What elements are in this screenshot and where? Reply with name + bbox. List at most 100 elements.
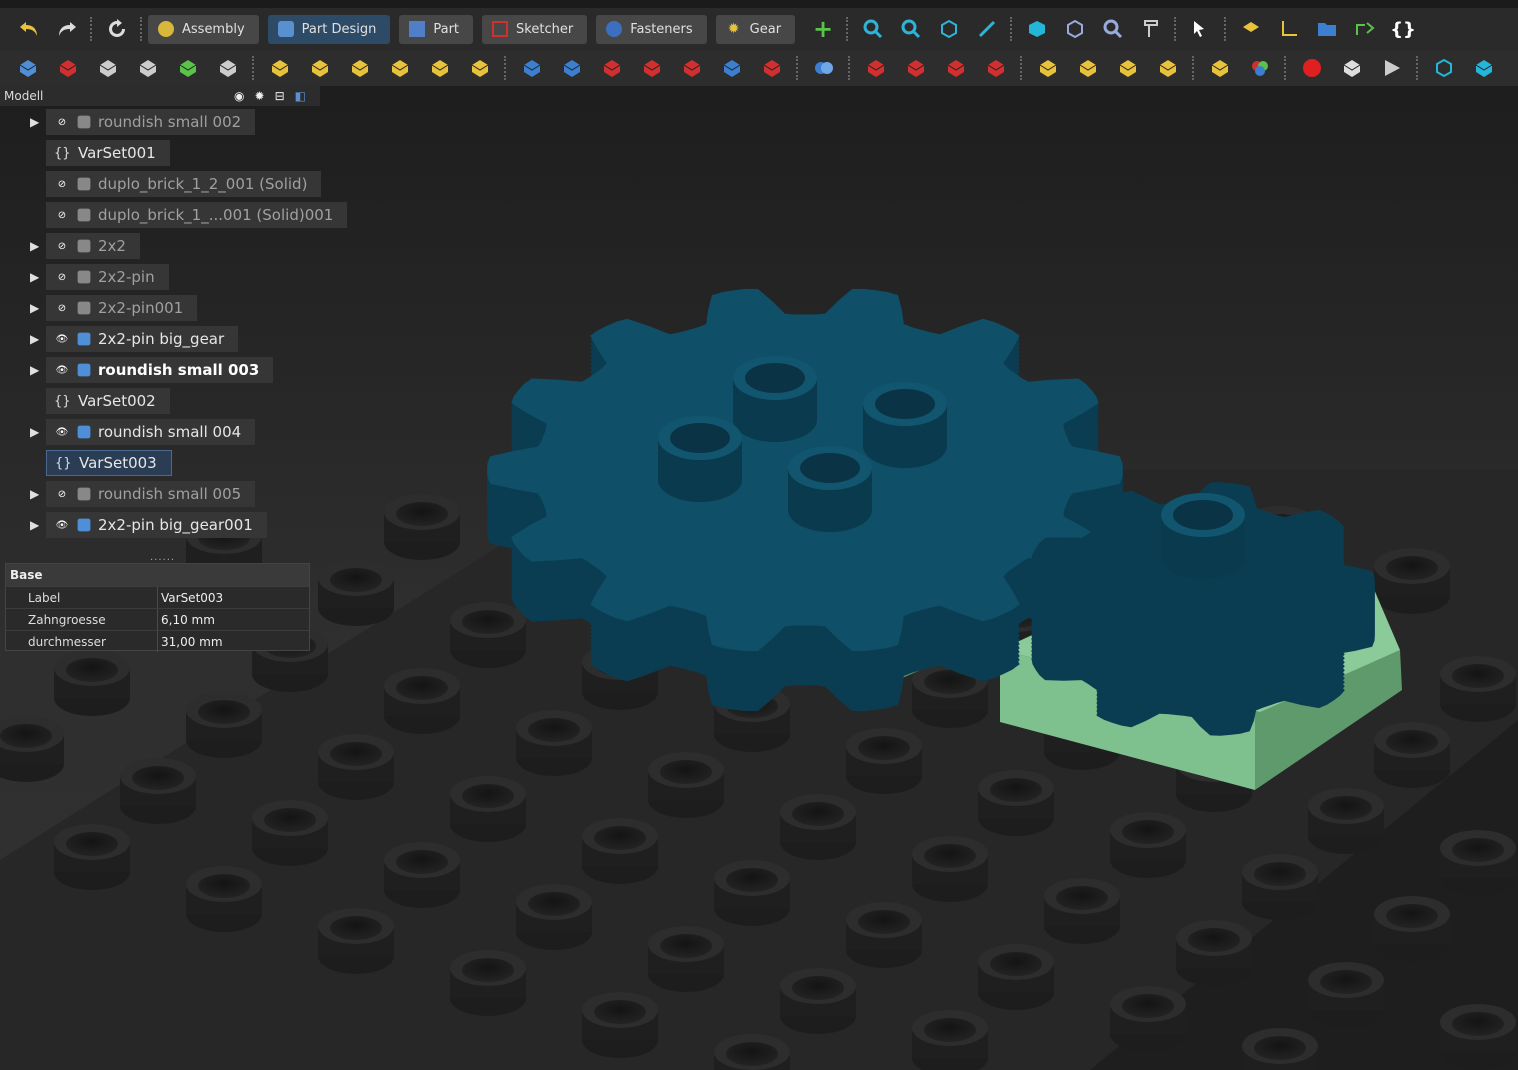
record-macro-icon[interactable] [1292,51,1332,85]
workbench-sketcher[interactable]: Sketcher [482,14,588,44]
subtractive-loft-icon[interactable] [632,51,672,85]
tree-item[interactable]: {} VarSet001 [0,140,320,166]
workbench-part[interactable]: Part [399,14,474,44]
pad-icon[interactable] [260,51,300,85]
export-icon[interactable] [1346,11,1384,47]
caliper-icon[interactable] [1132,11,1170,47]
workbench-gear[interactable]: ✹ Gear [715,14,796,44]
tree-node[interactable]: ⊘ 2x2-pin [46,264,169,290]
run-macro-icon[interactable] [1372,51,1412,85]
tree-item[interactable]: ▶ 👁 roundish small 003 [0,357,320,383]
expand-arrow-icon[interactable]: ▶ [30,331,44,347]
property-value[interactable]: 6,10 mm [158,609,309,630]
expand-arrow-icon[interactable]: ▶ [30,300,44,316]
subtractive-primitive-icon[interactable] [752,51,792,85]
tree-node[interactable]: ⊘ 2x2 [46,233,140,259]
expand-arrow-icon[interactable]: ▶ [30,238,44,254]
tree-item[interactable]: {} VarSet002 [0,388,320,414]
hole-icon[interactable] [552,51,592,85]
tree-item[interactable]: ⊘ duplo_brick_1_2_001 (Solid) [0,171,322,197]
expand-arrow-icon[interactable]: ▶ [30,269,44,285]
property-row[interactable]: Zahngroesse 6,10 mm [6,608,309,630]
expand-arrow-icon[interactable]: ▶ [30,114,44,130]
thickness-icon[interactable] [976,51,1016,85]
property-value[interactable]: VarSet003 [158,587,309,608]
hidden-eye-icon[interactable]: ⊘ [54,303,70,314]
linear-pattern-icon[interactable] [1068,51,1108,85]
std-view-icon[interactable] [930,11,968,47]
polar-pattern-icon[interactable] [1108,51,1148,85]
additive-primitive-icon[interactable] [460,51,500,85]
expand-arrow-icon[interactable]: ▶ [30,424,44,440]
tree-item[interactable]: ▶ ⊘ roundish small 005 [0,481,320,507]
tree-item[interactable]: ▶ 👁 2x2-pin big_gear [0,326,320,352]
tree-item[interactable]: ⊘ duplo_brick_1_...001 (Solid)001 [0,202,348,228]
braces-icon[interactable]: {} [1384,11,1422,47]
workbench-fasteners[interactable]: Fasteners [596,14,707,44]
tree-node[interactable]: {} VarSet001 [46,140,170,166]
visible-eye-icon[interactable]: 👁 [54,365,70,376]
tree-item[interactable]: ▶ ⊘ 2x2-pin [0,264,320,290]
macro-editor-icon[interactable] [1332,51,1372,85]
tree-node[interactable]: 👁 2x2-pin big_gear [46,326,239,352]
tree-node[interactable]: ⊘ roundish small 002 [46,109,256,135]
visible-eye-icon[interactable]: 👁 [54,427,70,438]
macro-icon[interactable] [1232,11,1270,47]
appearance-icon[interactable] [1240,51,1280,85]
revolution-icon[interactable] [300,51,340,85]
material-icon[interactable] [1200,51,1240,85]
helix-icon[interactable] [420,51,460,85]
boolean-icon[interactable] [804,51,844,85]
subtractive-pipe-icon[interactable] [672,51,712,85]
body-icon[interactable] [8,51,48,85]
visible-eye-icon[interactable]: 👁 [54,334,70,345]
visible-eye-icon[interactable]: 👁 [54,520,70,531]
tree-node[interactable]: {} VarSet002 [46,388,170,414]
collapse-icon[interactable]: ⊟ [275,89,285,103]
multi-transform-icon[interactable] [1148,51,1188,85]
wireframe-icon[interactable] [1424,51,1464,85]
mirrored-icon[interactable] [1028,51,1068,85]
tree-item[interactable]: {} VarSet003 [0,450,320,476]
loft-icon[interactable] [340,51,380,85]
hidden-eye-icon[interactable]: ⊘ [54,272,70,283]
measure-icon[interactable] [968,11,1006,47]
expand-arrow-icon[interactable]: ▶ [30,362,44,378]
tree-node[interactable]: 👁 roundish small 003 [46,357,274,383]
hidden-eye-icon[interactable]: ⊘ [54,117,70,128]
expand-arrow-icon[interactable]: ▶ [30,486,44,502]
zoom-fit-icon[interactable] [854,11,892,47]
hidden-eye-icon[interactable]: ⊘ [54,210,70,221]
tree-item[interactable]: ▶ ⊘ roundish small 002 [0,109,320,135]
draft-icon[interactable] [936,51,976,85]
workbench-assembly[interactable]: Assembly [148,14,259,44]
tree-node[interactable]: 👁 roundish small 004 [46,419,256,445]
fillet-icon[interactable] [856,51,896,85]
folder-icon[interactable] [1308,11,1346,47]
view-box-icon[interactable] [1056,11,1094,47]
hidden-eye-icon[interactable]: ⊘ [54,179,70,190]
gear-icon[interactable]: ✹ [255,89,265,103]
dock-icon[interactable]: ◧ [295,89,306,103]
pipe-icon[interactable] [380,51,420,85]
tree-node[interactable]: 👁 2x2-pin big_gear001 [46,512,267,538]
clone-icon[interactable] [128,51,168,85]
axis-icon[interactable] [1270,11,1308,47]
tree-item[interactable]: ▶ 👁 2x2-pin big_gear001 [0,512,320,538]
tree-item[interactable]: ▶ ⊘ 2x2 [0,233,320,259]
undo-icon[interactable] [10,11,48,47]
workbench-part-design[interactable]: Part Design [267,14,391,44]
shaded-icon[interactable] [1464,51,1504,85]
eye-icon[interactable]: ◉ [234,89,244,103]
property-value[interactable]: 31,00 mm [158,631,309,652]
subtractive-helix-icon[interactable] [712,51,752,85]
tree-node[interactable]: {} VarSet003 [46,450,172,476]
add-icon[interactable]: + [804,11,842,47]
property-row[interactable]: durchmesser 31,00 mm [6,630,309,652]
sketch-icon[interactable] [48,51,88,85]
tree-item[interactable]: ▶ 👁 roundish small 004 [0,419,320,445]
property-row[interactable]: Label VarSet003 [6,586,309,608]
zoom-icon[interactable] [1094,11,1132,47]
tree-node[interactable]: ⊘ duplo_brick_1_...001 (Solid)001 [46,202,348,228]
view-iso-icon[interactable] [1018,11,1056,47]
